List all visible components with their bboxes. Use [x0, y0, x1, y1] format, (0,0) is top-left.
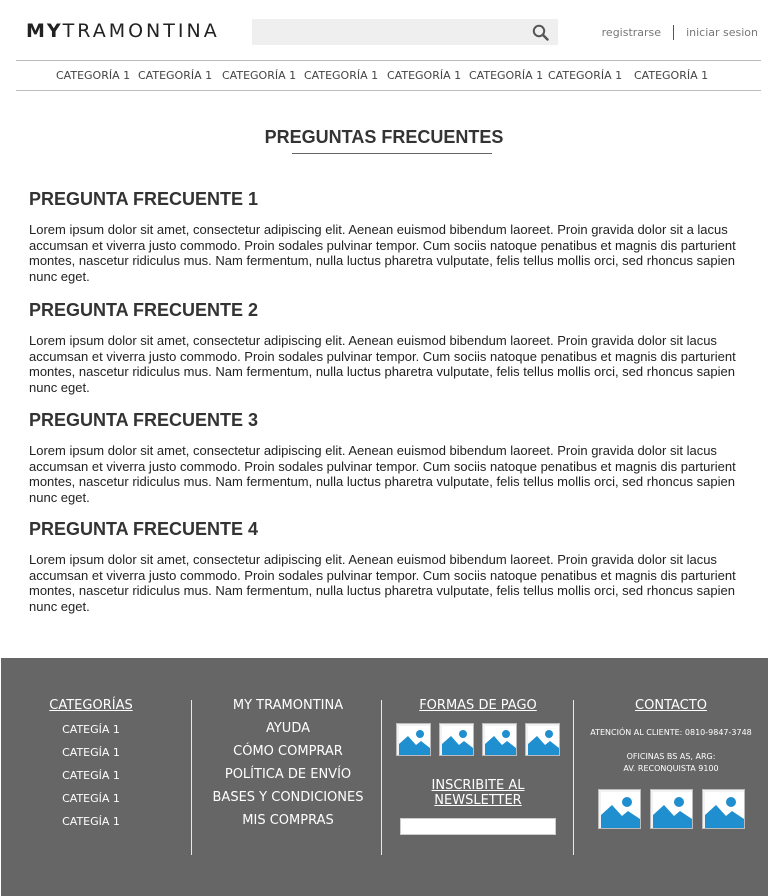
faq-item: PREGUNTA FRECUENTE 2 Lorem ipsum dolor s…: [29, 300, 754, 395]
newsletter-email-input[interactable]: [400, 818, 556, 835]
nav-category-1[interactable]: CATEGORÍA 1: [56, 69, 130, 82]
footer-link-shipping-policy[interactable]: POLÍTICA DE ENVÍO: [199, 767, 377, 782]
footer-link-terms[interactable]: BASES Y CONDICIONES: [199, 790, 377, 805]
page-title: PREGUNTAS FRECUENTES: [264, 127, 504, 147]
nav-category-4[interactable]: CATEGORÍA 1: [304, 69, 378, 82]
search-input[interactable]: [252, 19, 558, 45]
footer-category-link[interactable]: CATEGÍA 1: [31, 815, 151, 828]
footer-divider: [381, 700, 382, 855]
contact-heading[interactable]: CONTACTO: [581, 698, 761, 713]
social-image-icon[interactable]: [701, 789, 745, 829]
footer-link-my-tramontina[interactable]: MY TRAMONTINA: [199, 698, 377, 713]
nav-category-5[interactable]: CATEGORÍA 1: [387, 69, 461, 82]
footer-payment: FORMAS DE PAGO INSCRIBITE AL NEWSLETTER: [387, 698, 569, 835]
footer-category-link[interactable]: CATEGÍA 1: [31, 769, 151, 782]
logo[interactable]: MYTRAMONTINA: [26, 20, 220, 42]
title-underline: [292, 153, 492, 154]
nav-category-3[interactable]: CATEGORÍA 1: [222, 69, 296, 82]
footer-link-how-to-buy[interactable]: CÓMO COMPRAR: [199, 744, 377, 759]
category-nav: CATEGORÍA 1 CATEGORÍA 1 CATEGORÍA 1 CATE…: [16, 60, 761, 91]
payment-method-image-icon: [482, 723, 517, 756]
footer-categories: CATEGORÍAS CATEGÍA 1 CATEGÍA 1 CATEGÍA 1…: [31, 698, 151, 838]
payment-method-image-icon: [525, 723, 560, 756]
logo-rest: TRAMONTINA: [62, 20, 220, 42]
faq-question: PREGUNTA FRECUENTE 2: [29, 300, 259, 320]
footer-category-link[interactable]: CATEGÍA 1: [31, 746, 151, 759]
payment-method-image-icon: [439, 723, 474, 756]
faq-answer: Lorem ipsum dolor sit amet, consectetur …: [29, 333, 736, 395]
faq-question: PREGUNTA FRECUENTE 4: [29, 519, 259, 539]
social-image-icon[interactable]: [597, 789, 641, 829]
faq-answer: Lorem ipsum dolor sit amet, consectetur …: [29, 443, 736, 505]
newsletter-heading: INSCRIBITE AL NEWSLETTER: [431, 778, 525, 808]
footer-category-link[interactable]: CATEGÍA 1: [31, 792, 151, 805]
footer-category-link[interactable]: CATEGÍA 1: [31, 723, 151, 736]
payment-heading: FORMAS DE PAGO: [419, 698, 537, 713]
faq-item: PREGUNTA FRECUENTE 1 Lorem ipsum dolor s…: [29, 189, 754, 284]
payment-methods: [387, 723, 569, 756]
nav-category-2[interactable]: CATEGORÍA 1: [138, 69, 212, 82]
faq-item: PREGUNTA FRECUENTE 3 Lorem ipsum dolor s…: [29, 410, 754, 505]
footer-link-help[interactable]: AYUDA: [199, 721, 377, 736]
footer-categories-heading[interactable]: CATEGORÍAS: [31, 698, 151, 713]
footer: CATEGORÍAS CATEGÍA 1 CATEGÍA 1 CATEGÍA 1…: [1, 658, 768, 896]
login-link[interactable]: iniciar sesion: [686, 26, 758, 39]
nav-category-6[interactable]: CATEGORÍA 1: [469, 69, 543, 82]
faq-question: PREGUNTA FRECUENTE 1: [29, 189, 259, 209]
divider: [673, 25, 675, 40]
nav-category-8[interactable]: CATEGORÍA 1: [634, 69, 708, 82]
register-link[interactable]: registrarse: [602, 26, 661, 39]
search-icon[interactable]: [532, 24, 549, 41]
footer-contact: CONTACTO ATENCIÓN AL CLIENTE: 0810-9847-…: [581, 698, 761, 829]
contact-phone: ATENCIÓN AL CLIENTE: 0810-9847-3748: [590, 728, 752, 737]
payment-method-image-icon: [396, 723, 431, 756]
faq-answer: Lorem ipsum dolor sit amet, consectetur …: [29, 222, 736, 284]
faq-item: PREGUNTA FRECUENTE 4 Lorem ipsum dolor s…: [29, 519, 754, 614]
contact-office-address: AV. RECONQUISTA 9100: [623, 764, 719, 773]
footer-divider: [191, 700, 192, 855]
footer-links: MY TRAMONTINA AYUDA CÓMO COMPRAR POLÍTIC…: [199, 698, 377, 836]
faq-question: PREGUNTA FRECUENTE 3: [29, 410, 259, 430]
account-links: registrarse iniciar sesion: [602, 25, 758, 40]
footer-divider: [573, 700, 574, 855]
social-links: [581, 789, 761, 829]
logo-bold: MY: [26, 20, 63, 42]
contact-office-label: OFICINAS BS AS, ARG:: [626, 752, 716, 761]
footer-link-my-purchases[interactable]: MIS COMPRAS: [199, 813, 377, 828]
faq-answer: Lorem ipsum dolor sit amet, consectetur …: [29, 552, 736, 614]
social-image-icon[interactable]: [649, 789, 693, 829]
nav-category-7[interactable]: CATEGORÍA 1: [548, 69, 622, 82]
